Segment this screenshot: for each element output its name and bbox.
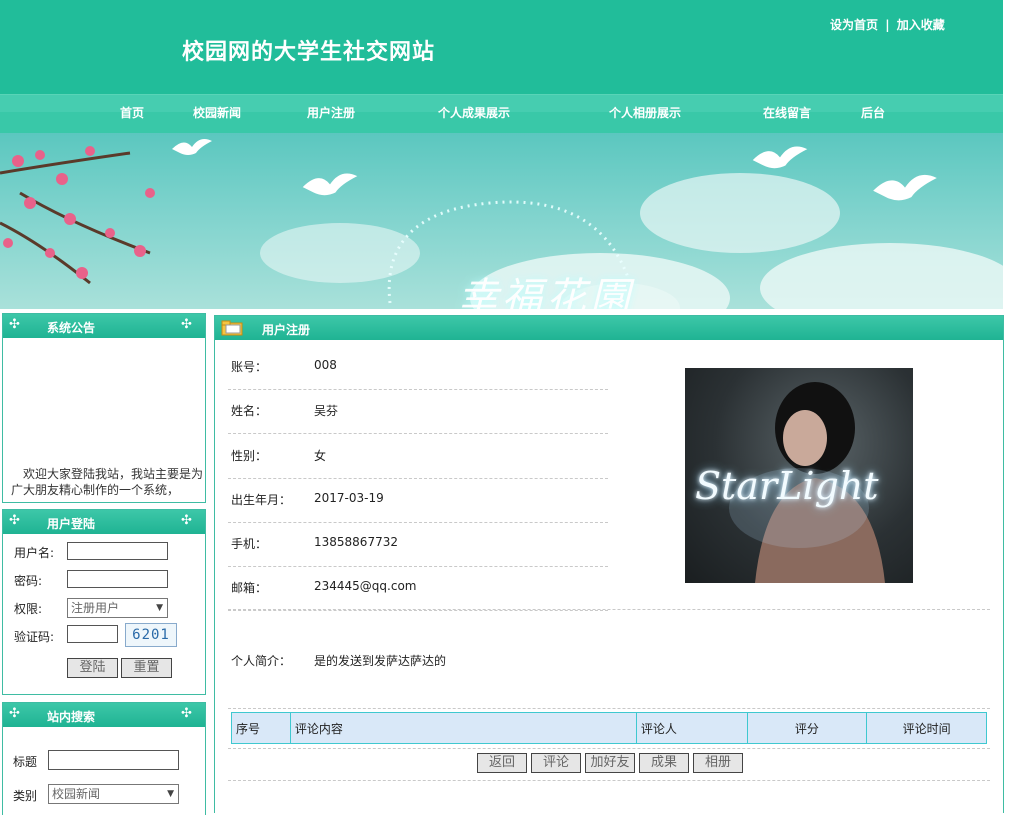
ornament-icon: ✣ [181,317,192,332]
nav-item-home[interactable]: 首页 [120,104,144,121]
role-select-value: 注册用户 [71,601,120,615]
notice-panel-header: ✣ 系统公告 ✣ [3,314,205,338]
role-select[interactable]: 注册用户 ▼ [67,598,168,618]
field-value: 234445@qq.com [314,579,417,593]
field-value: 13858867732 [314,535,398,549]
intro-value: 是的发送到发萨达萨达的 [314,654,447,668]
search-category-value: 校园新闻 [52,787,101,801]
nav-item-albums[interactable]: 个人相册展示 [609,104,681,121]
field-label: 性别： [231,449,268,463]
banner-caption: 幸福花園 [458,275,634,309]
album-button[interactable]: 相册 [693,753,743,773]
main-panel-header: 用户注册 [215,316,1003,340]
password-input[interactable] [67,570,168,588]
search-title-label: 标题 [13,755,38,769]
photo-caption: StarLight [695,464,879,508]
back-button[interactable]: 返回 [477,753,527,773]
banner-image: 幸福花園 [0,133,1003,309]
nav-item-admin[interactable]: 后台 [861,104,885,121]
dove-icon [172,139,212,155]
site-title: 校园网的大学生社交网站 [182,39,436,65]
field-label: 邮箱： [231,581,268,595]
search-panel: ✣ 站内搜索 ✣ 标题 类别 校园新闻 ▼ [2,702,206,815]
add-favorite-link[interactable]: 加入收藏 [897,18,945,32]
role-label: 权限: [14,602,43,616]
dove-icon [302,173,358,196]
field-row-birth: 出生年月： 2017-03-19 [228,478,608,523]
nav-item-achievements[interactable]: 个人成果展示 [438,104,510,121]
col-header-score: 评分 [746,712,868,744]
main-panel-title: 用户注册 [262,323,311,337]
login-panel-title: 用户登陆 [47,517,96,531]
add-friend-button[interactable]: 加好友 [585,753,635,773]
field-row-intro: 个人简介： 是的发送到发萨达萨达的 [228,640,990,709]
divider [228,780,990,781]
username-input[interactable] [67,542,168,560]
captcha-input[interactable] [67,625,118,643]
dove-icon [752,146,808,169]
ornament-icon: ✣ [181,706,192,721]
search-title-input[interactable] [48,750,179,770]
login-button[interactable]: 登陆 [67,658,118,678]
divider [228,748,990,749]
intro-label: 个人简介： [231,654,292,668]
field-value: 008 [314,358,337,372]
password-label: 密码: [14,574,43,588]
field-row-gender: 性别： 女 [228,434,608,479]
field-label: 姓名： [231,404,268,418]
chevron-down-icon: ▼ [156,603,163,613]
comments-header-row: 序号 评论内容 评论人 评分 评论时间 [231,712,987,744]
notice-text: 欢迎大家登陆我站，我站主要是为广大朋友精心制作的一个系统， [11,467,203,497]
user-photo: StarLight [685,368,913,583]
dove-icon [873,174,937,201]
col-header-time: 评论时间 [866,712,987,744]
col-header-content: 评论内容 [289,712,637,744]
field-row-phone: 手机： 13858867732 [228,522,608,567]
field-value: 女 [314,449,327,463]
nav-item-campus-news[interactable]: 校园新闻 [193,104,241,121]
ornament-icon: ✣ [9,317,20,332]
search-panel-title: 站内搜索 [47,710,96,724]
captcha-label: 验证码: [14,630,55,644]
nav-item-guestbook[interactable]: 在线留言 [763,104,811,121]
achievements-button[interactable]: 成果 [639,753,689,773]
folder-icon [221,320,243,336]
field-row-email: 邮箱： 234445@qq.com [228,566,608,611]
search-category-label: 类别 [13,789,38,803]
search-panel-header: ✣ 站内搜索 ✣ [3,703,205,727]
blossom-branch-icon [0,146,155,285]
set-home-link[interactable]: 设为首页 [830,18,878,32]
ornament-icon: ✣ [9,706,20,721]
comment-button[interactable]: 评论 [531,753,581,773]
field-row-account: 账号： 008 [228,345,608,390]
nav-item-register[interactable]: 用户注册 [307,104,355,121]
field-value: 吴芬 [314,404,339,418]
username-label: 用户名: [14,546,55,560]
top-links-separator: | [885,18,890,32]
top-links: 设为首页 | 加入收藏 [830,16,945,33]
divider [228,609,990,610]
field-value: 2017-03-19 [314,491,384,505]
col-header-no: 序号 [231,712,291,744]
reset-button[interactable]: 重置 [121,658,172,678]
notice-panel: ✣ 系统公告 ✣ 欢迎大家登陆我站，我站主要是为广大朋友精心制作的一个系统， [2,313,206,503]
main-nav: 首页 校园新闻 用户注册 个人成果展示 个人相册展示 在线留言 后台 [0,94,1003,134]
site-header: 校园网的大学生社交网站 设为首页 | 加入收藏 [0,0,1003,94]
login-panel-header: ✣ 用户登陆 ✣ [3,510,205,534]
captcha-image[interactable]: 6201 [125,623,177,647]
field-label: 出生年月： [231,493,292,507]
notice-panel-title: 系统公告 [47,321,96,335]
main-content: 用户注册 账号： 008 姓名： 吴芬 性别： 女 出生年月： 2017-03-… [214,315,1004,813]
comments-table: 序号 评论内容 评论人 评分 评论时间 [231,712,987,744]
ornament-icon: ✣ [9,513,20,528]
field-label: 手机： [231,537,268,551]
login-panel: ✣ 用户登陆 ✣ 用户名: 密码: 权限: 注册用户 ▼ 验证码: 6201 登… [2,509,206,695]
ornament-icon: ✣ [181,513,192,528]
chevron-down-icon: ▼ [167,789,174,799]
col-header-commenter: 评论人 [635,712,748,744]
field-row-name: 姓名： 吴芬 [228,389,608,434]
search-category-select[interactable]: 校园新闻 ▼ [48,784,179,804]
field-label: 账号： [231,360,268,374]
